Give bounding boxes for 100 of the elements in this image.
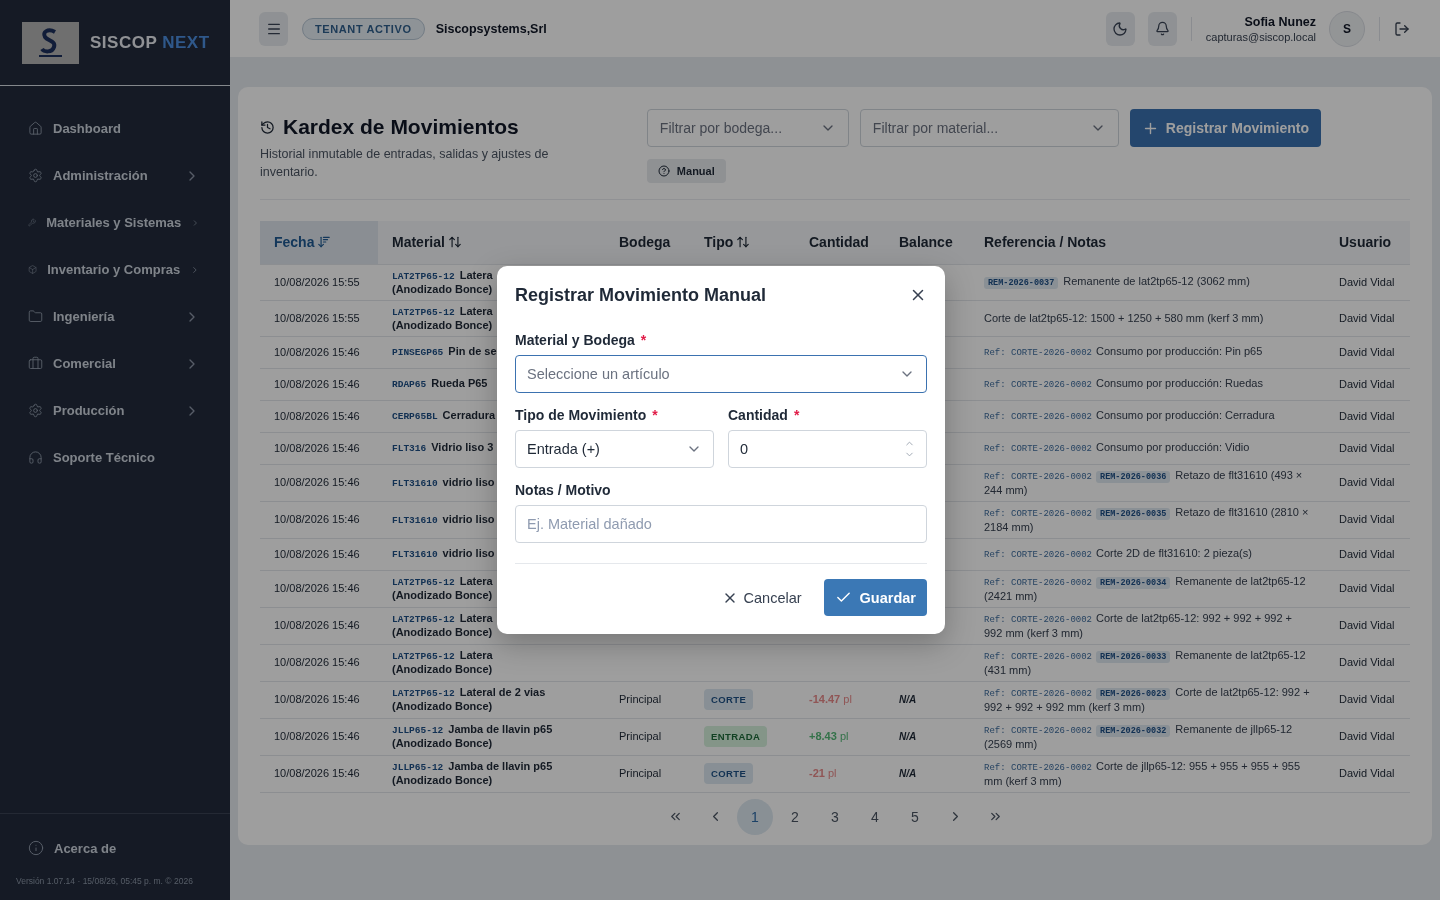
save-button[interactable]: Guardar: [823, 579, 927, 616]
sidebar-item[interactable]: Materiales y Sistemas: [0, 199, 230, 246]
table-cell: Principal: [605, 718, 690, 755]
reference-note: REM-2026-0037 Remanente de lat2tp65-12 (3062 mm): [984, 274, 1311, 290]
brand-suffix: NEXT: [162, 32, 210, 53]
cancel-button[interactable]: Cancelar: [721, 589, 802, 606]
modal-title: Registrar Movimiento Manual: [515, 284, 767, 306]
filter-select[interactable]: Filtrar por bodega...: [646, 109, 849, 147]
required-mark: *: [640, 332, 647, 348]
column-header[interactable]: Material: [378, 221, 605, 264]
required-mark: *: [793, 407, 800, 423]
logo-icon: [22, 21, 79, 64]
reference-note: Ref: CORTE-2026-0002 REM-2026-0032 Remanente de jllp65-12 (2569 mm): [984, 722, 1294, 751]
sort-descending-icon[interactable]: [317, 235, 332, 250]
logout-button[interactable]: [1394, 20, 1410, 37]
reference-note: Ref: CORTE-2026-0002 Consumo por producción: Cerradura: [984, 408, 1276, 424]
folder-icon: [28, 309, 43, 324]
sort-icon[interactable]: [736, 235, 751, 250]
material-code: FLT31610: [392, 549, 438, 560]
user-text: David Vidal: [1339, 693, 1395, 705]
table-cell: 10/08/2026 15:55: [260, 300, 378, 336]
table-cell: 10/08/2026 15:46: [260, 755, 378, 792]
reference-note: Ref: CORTE-2026-0002 REM-2026-0035 Retazo de flt31610 (2810 × 2184 mm): [984, 505, 1310, 534]
reference-note: Ref: CORTE-2026-0002 REM-2026-0034 Remanente de lat2tp65-12 (2421 mm): [984, 574, 1307, 603]
table-cell: 10/08/2026 15:46: [260, 400, 378, 432]
reference-note: Ref: CORTE-2026-0002 Corte 2D de flt31610: 2 pieza(s): [984, 546, 1253, 562]
table-cell: 10/08/2026 15:46: [260, 644, 378, 681]
column-header[interactable]: Cantidad: [795, 221, 885, 264]
user-text: David Vidal: [1339, 547, 1395, 560]
user-text: David Vidal: [1339, 619, 1395, 631]
sidebar-item[interactable]: Administración: [0, 152, 230, 199]
sidebar-item[interactable]: Dashboard: [0, 105, 230, 152]
page-subtitle: Historial inmutable de entradas, salidas y ajustes de inventario.: [260, 146, 550, 181]
notes-input-field[interactable]: Ej. Material dañado: [515, 505, 927, 543]
column-header[interactable]: Bodega: [605, 221, 690, 264]
table-cell: 10/08/2026 15:46: [260, 718, 378, 755]
sidebar-item[interactable]: Inventario y Compras: [0, 246, 230, 293]
material-name: vidrio liso: [442, 512, 495, 525]
column-header[interactable]: Tipo: [690, 221, 795, 264]
select-field[interactable]: Entrada (+): [515, 430, 714, 468]
sidebar-item[interactable]: Ingeniería: [0, 293, 230, 340]
page-button[interactable]: 5: [897, 798, 933, 835]
briefcase-icon: [28, 356, 43, 371]
page-button[interactable]: 2: [777, 798, 813, 835]
menu-button[interactable]: [259, 11, 288, 46]
material-name: Lateral de 2 vias: [459, 686, 546, 698]
column-header[interactable]: Referencia / Notas: [970, 221, 1325, 264]
sidebar-item[interactable]: Producción: [0, 387, 230, 434]
info-icon: [28, 840, 44, 856]
notifications-button[interactable]: [1147, 11, 1177, 46]
material-finish: (Anodizado Bonce): [392, 626, 493, 638]
user-text: David Vidal: [1339, 656, 1395, 668]
user-avatar[interactable]: S: [1329, 10, 1365, 47]
bell-icon: [1154, 21, 1170, 36]
sidebar-item[interactable]: Soporte Técnico: [0, 434, 230, 481]
table-cell: 10/08/2026 15:46: [260, 570, 378, 607]
user-text: David Vidal: [1339, 311, 1395, 324]
brand-name: SISCOP: [90, 32, 158, 53]
material-finish: (Anodizado Bonce): [392, 663, 493, 675]
register-movement-button[interactable]: Registrar Movimiento: [1129, 109, 1321, 147]
material-code: JLLP65-12: [392, 725, 444, 736]
table-cell: 10/08/2026 15:46: [260, 538, 378, 570]
page-button[interactable]: 3: [817, 798, 853, 835]
material-finish: (Anodizado Bonce): [392, 282, 493, 295]
home-icon: [28, 121, 43, 136]
material-code: LAT2TP65-12: [392, 270, 455, 282]
sidebar-item[interactable]: Comercial: [0, 340, 230, 387]
user-text: David Vidal: [1339, 513, 1395, 525]
sidebar-item[interactable]: Acerca de: [0, 836, 230, 860]
wrench-icon: [28, 215, 37, 230]
material-finish: (Anodizado Bonce): [392, 737, 493, 749]
reference-note: Ref: CORTE-2026-0002 REM-2026-0023 Corte de lat2tp65-12: 992 + 992 + 992 + 992 mm (kerf 3 mm): [984, 685, 1311, 714]
page-button[interactable]: 4: [857, 798, 893, 835]
label-text: Notas / Motivo: [515, 482, 611, 498]
material-name: Rueda P65: [431, 377, 488, 389]
user-text: David Vidal: [1339, 275, 1395, 288]
manual-button[interactable]: Manual: [646, 159, 726, 183]
user-text: David Vidal: [1339, 409, 1395, 422]
page-button[interactable]: 1: [737, 798, 773, 835]
reference-note: Ref: CORTE-2026-0002 REM-2026-0033 Remanente de lat2tp65-12 (431 mm): [984, 648, 1307, 677]
material-code: LAT2TP65-12: [392, 688, 455, 699]
filter-select[interactable]: Filtrar por material...: [859, 109, 1119, 147]
reference-note: Corte de lat2tp65-12: 1500 + 1250 + 580 mm (kerf 3 mm): [984, 311, 1265, 325]
table-cell: 10/08/2026 15:46: [260, 336, 378, 368]
column-header[interactable]: Usuario: [1325, 221, 1410, 264]
balance-text: N/A: [899, 731, 917, 742]
movement-type-tag: ENTRADA: [704, 726, 768, 747]
label-text: Tipo de Movimiento: [515, 407, 647, 423]
material-name: Pin de se: [448, 345, 497, 357]
quantity-text: -21 pl: [809, 767, 837, 779]
sort-icon[interactable]: [447, 235, 462, 250]
movement-type-tag: CORTE: [704, 763, 754, 784]
moon-icon: [1112, 20, 1129, 37]
column-header[interactable]: Fecha: [260, 221, 378, 264]
number-field[interactable]: 0: [728, 430, 927, 468]
material-name: Jamba de llavin p65: [448, 723, 553, 735]
column-header[interactable]: Balance: [885, 221, 970, 264]
material-name: Jamba de llavin p65: [448, 760, 553, 772]
theme-toggle-button[interactable]: [1105, 11, 1135, 46]
select-field[interactable]: Seleccione un artículo: [515, 355, 927, 393]
